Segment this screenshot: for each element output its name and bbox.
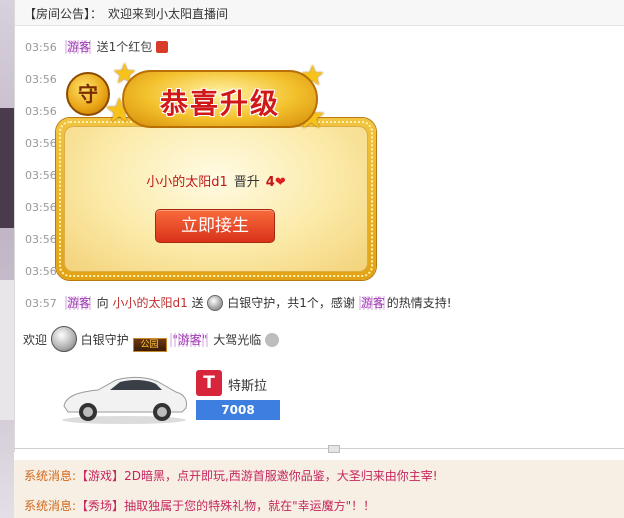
chat-row: 03:56 游客 送1个红包: [25, 38, 169, 56]
silver-guard-icon: [50, 326, 77, 352]
heart-icon: ❤: [274, 175, 286, 190]
promoted-user: 小小的太阳d1: [146, 175, 228, 190]
system-message[interactable]: 系统消息:【秀场】抽取独属于您的特殊礼物，就在"幸运魔方"！！: [14, 490, 624, 518]
gift-thanked-user[interactable]: 游客: [358, 296, 387, 310]
chat-time: 03:56: [25, 105, 57, 118]
car-gift-image: [62, 376, 187, 424]
apple-icon: [265, 333, 280, 347]
gift-target-user[interactable]: 小小的太阳d1: [113, 296, 188, 310]
welcome-username[interactable]: "游客": [170, 333, 210, 347]
silver-shield-icon: [207, 295, 224, 311]
gift-send-word: 送: [191, 296, 204, 310]
gift-name: 白银守护: [227, 296, 276, 310]
chat-row: 03:56: [25, 102, 61, 120]
level-up-popup: 小小的太阳d1 晋升 4❤ 立即接生: [56, 118, 376, 280]
new-level: 4: [265, 175, 275, 190]
gift-count-text: ，共1个，感谢: [275, 296, 355, 310]
system-tag: 系统消息:: [24, 499, 77, 513]
chat-username[interactable]: 游客: [64, 40, 93, 54]
system-message[interactable]: 系统消息:【游戏】2D暗黑，点开即玩,西游首服邀你品鉴，大圣归来由你主宰!: [14, 460, 624, 490]
chat-time: 03:56: [25, 41, 57, 54]
welcome-word: 欢迎: [23, 333, 48, 347]
gift-message-row: 03:57 游客 向 小小的太阳d1 送 白银守护，共1个，感谢 游客 的热情支持…: [25, 294, 452, 312]
car-gift-count: 7008: [196, 400, 280, 420]
car-gift-name: 特斯拉: [228, 379, 268, 394]
gift-sender[interactable]: 游客: [64, 296, 93, 310]
level-up-title: 恭喜升级: [159, 87, 280, 120]
system-category: 【秀场】: [76, 499, 125, 513]
popup-body: 小小的太阳d1 晋升 4❤ 立即接生: [64, 126, 368, 272]
welcome-enter-text: 大驾光临: [213, 333, 262, 347]
chat-time: 03:56: [25, 73, 57, 86]
left-edge-strip: [0, 0, 14, 518]
system-text[interactable]: 2D暗黑，点开即玩,西游首服邀你品鉴，大圣归来由你主宰!: [124, 469, 438, 483]
red-packet-icon: [156, 41, 169, 53]
chat-message: 送1个红包: [96, 40, 153, 54]
gift-to-word: 向: [96, 296, 109, 310]
promotion-verb: 晋升: [233, 175, 260, 190]
level-up-banner: 恭喜升级: [122, 70, 318, 128]
panel-splitter[interactable]: [14, 445, 624, 456]
left-edge-dark-panel: [0, 108, 14, 228]
gift-thanks-text: 的热情支持!: [386, 296, 452, 310]
welcome-row: 欢迎 白银守护 公园 "游客" 大驾光临: [23, 326, 280, 352]
system-category: 【游戏】: [76, 469, 125, 483]
promotion-line: 小小的太阳d1 晋升 4❤: [65, 171, 367, 190]
fan-medal-badge: 公园: [132, 338, 167, 352]
announcement-label: 【房间公告】：: [24, 7, 103, 21]
tesla-logo-icon: T: [196, 370, 222, 396]
welcome-guard-label: 白银守护: [80, 333, 129, 347]
chat-time: 03:57: [25, 297, 57, 310]
announcement-text: 欢迎来到小太阳直播间: [108, 7, 229, 21]
room-announcement: 【房间公告】： 欢迎来到小太阳直播间: [15, 0, 624, 26]
action-button[interactable]: 立即接生: [155, 209, 275, 243]
chat-row: 03:56: [25, 70, 61, 88]
splitter-grip-icon[interactable]: [328, 445, 340, 453]
left-edge-light-panel: [0, 280, 14, 420]
guard-badge-icon: 守: [66, 72, 110, 116]
system-tag: 系统消息:: [24, 469, 77, 483]
system-text[interactable]: 抽取独属于您的特殊礼物，就在"幸运魔方"！！: [124, 499, 375, 513]
